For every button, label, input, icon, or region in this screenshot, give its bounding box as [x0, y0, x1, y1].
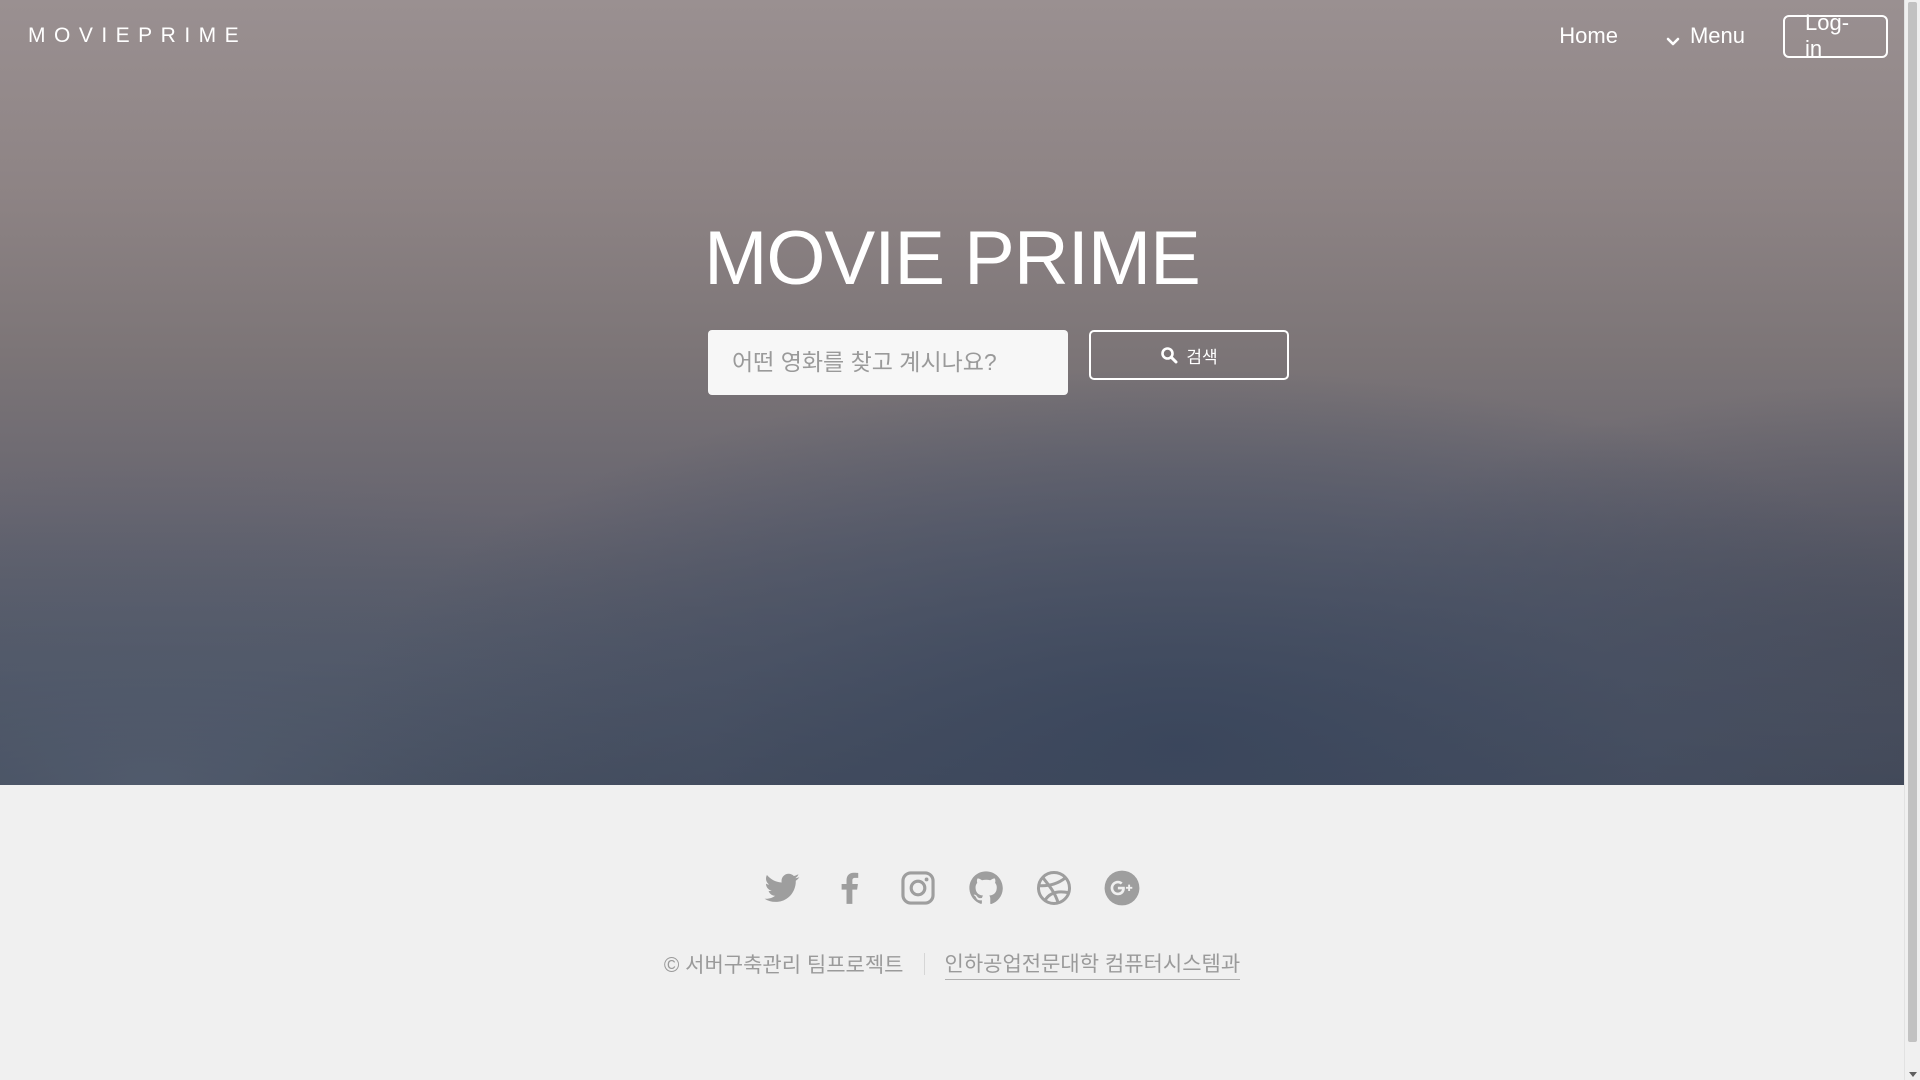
footer-divider — [923, 953, 925, 975]
social-links — [0, 869, 1904, 907]
scroll-down-arrow-icon[interactable] — [1909, 1072, 1917, 1077]
nav-menu-toggle[interactable]: Menu — [1666, 23, 1745, 49]
copyright-text: © 서버구축관리 팀프로젝트 — [663, 954, 904, 977]
login-button[interactable]: Log-in — [1783, 10, 1888, 61]
hero-section: MOVIEPRIME Home Menu Log-in MOVIE PRIME — [0, 0, 1904, 785]
facebook-icon[interactable] — [831, 869, 869, 907]
nav-menu-label: Menu — [1689, 23, 1745, 48]
github-icon[interactable] — [967, 869, 1005, 907]
scrollbar-thumb[interactable] — [1908, 2, 1917, 1042]
search-button[interactable]: 검색 — [1089, 330, 1289, 380]
vertical-scrollbar[interactable] — [1904, 0, 1920, 1080]
footer-credits: © 서버구축관리 팀프로젝트 인하공업전문대학 컴퓨터시스템과 — [0, 948, 1904, 980]
nav-home-link[interactable]: Home — [1559, 23, 1618, 49]
brand-logo[interactable]: MOVIEPRIME — [28, 24, 247, 48]
instagram-icon[interactable] — [899, 869, 937, 907]
search-button-label: 검색 — [1186, 347, 1218, 367]
footer: © 서버구축관리 팀프로젝트 인하공업전문대학 컴퓨터시스템과 — [0, 785, 1904, 1080]
top-nav: Home Menu Log-in — [1559, 10, 1888, 61]
movie-search-input[interactable] — [708, 330, 1068, 395]
dribbble-icon[interactable] — [1035, 869, 1073, 907]
twitter-icon[interactable] — [763, 869, 801, 907]
page: MOVIEPRIME Home Menu Log-in MOVIE PRIME — [0, 0, 1920, 1080]
school-link[interactable]: 인하공업전문대학 컴퓨터시스템과 — [944, 948, 1241, 980]
hero-title: MOVIE PRIME — [704, 216, 1201, 301]
chevron-down-icon — [1666, 29, 1680, 46]
google-plus-icon[interactable] — [1103, 869, 1141, 907]
search-icon — [1160, 346, 1178, 364]
